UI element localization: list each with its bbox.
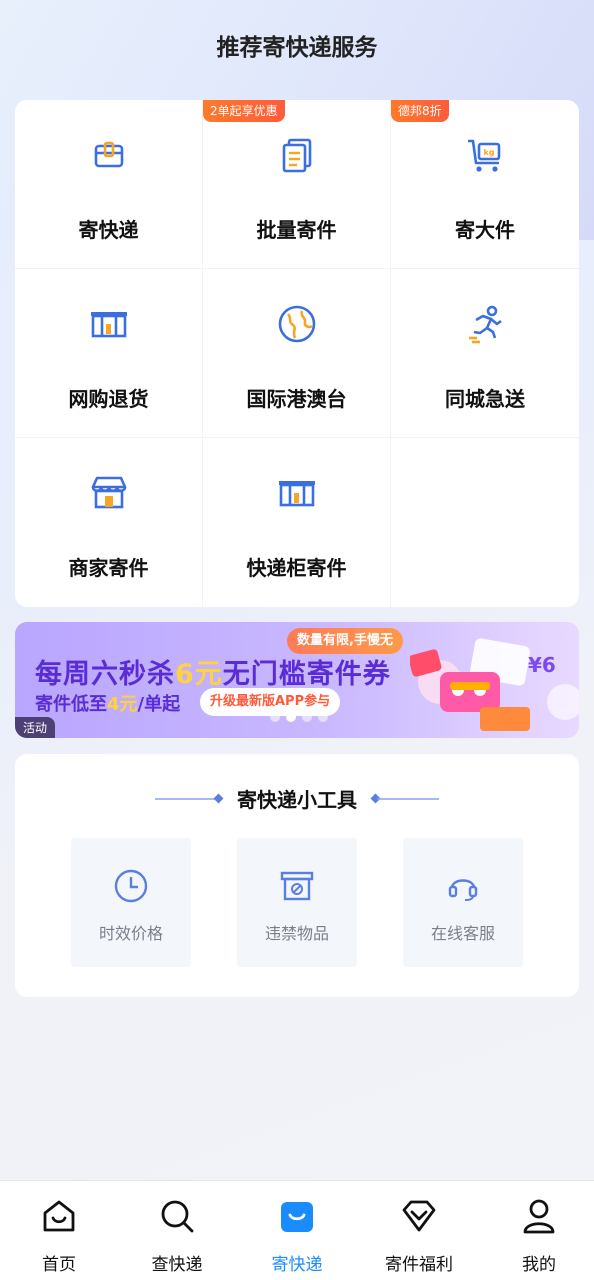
tool-timeliness-price[interactable]: 时效价格: [71, 838, 191, 967]
activity-tag: 活动: [15, 717, 56, 738]
tool-label: 违禁物品: [264, 924, 329, 943]
tab-send-express[interactable]: 寄快递: [238, 1181, 356, 1280]
tool-prohibited-items[interactable]: 违禁物品: [237, 838, 357, 967]
carousel-dot[interactable]: [318, 712, 328, 722]
service-merchant-send[interactable]: 商家寄件: [15, 438, 203, 607]
tab-send-benefits[interactable]: 寄件福利: [360, 1181, 478, 1280]
carousel-dot[interactable]: [302, 712, 312, 722]
carousel-dots: [270, 712, 328, 722]
home-icon: [43, 1200, 75, 1232]
page-title: 推荐寄快递服务: [216, 35, 378, 61]
banner-headline: 每周六秒杀6元无门槛寄件券: [35, 659, 391, 690]
promo-banner[interactable]: ¥6 数量有限,手慢无 每周六秒杀6元无门槛寄件券 寄件低至4元/单起 升级最新…: [15, 622, 579, 738]
tools-title: 寄快递小工具: [237, 788, 357, 812]
tools-title-row: 寄快递小工具: [15, 784, 579, 813]
service-label: 快递柜寄件: [246, 556, 347, 580]
promo-badge: 2单起享优惠: [203, 100, 285, 122]
tab-mine[interactable]: 我的: [480, 1181, 594, 1280]
coupon-amount: ¥6: [528, 653, 556, 677]
promo-badge: 德邦8折: [391, 100, 449, 122]
tool-label: 在线客服: [430, 924, 495, 943]
tab-label: 查快递: [151, 1255, 203, 1275]
runner-icon: [469, 305, 502, 344]
bottom-tab-bar: 首页 查快递 寄快递 寄件福利 我的: [0, 1180, 594, 1280]
tab-label: 我的: [522, 1255, 556, 1275]
locker-icon: [90, 312, 127, 338]
user-icon: [523, 1199, 555, 1234]
service-empty-cell: [391, 438, 579, 607]
service-locker-send[interactable]: 快递柜寄件: [203, 438, 391, 607]
service-batch-send[interactable]: 批量寄件: [203, 100, 391, 269]
tool-online-service[interactable]: 在线客服: [403, 838, 523, 967]
tab-track-express[interactable]: 查快递: [118, 1181, 236, 1280]
service-label: 寄快递: [78, 218, 139, 242]
tab-label: 首页: [42, 1255, 76, 1275]
tab-label: 寄快递: [271, 1255, 323, 1275]
services-card: 寄快递 批量寄件 2单起享优惠 kg 寄大件 德邦8折 网购退货 国际港澳台 同…: [15, 100, 579, 607]
service-large-item[interactable]: kg 寄大件: [391, 100, 579, 269]
tools-card: 寄快递小工具 时效价格 违禁物品 在线客服: [15, 754, 579, 997]
left-decoration: [155, 793, 224, 803]
service-label: 网购退货: [68, 387, 149, 411]
banner-subline: 寄件低至4元/单起: [35, 694, 181, 715]
service-label: 国际港澳台: [246, 387, 347, 411]
prohibited-box-icon: [280, 871, 314, 901]
svg-text:kg: kg: [483, 148, 494, 157]
service-same-city[interactable]: 同城急送: [391, 269, 579, 438]
tab-label: 寄件福利: [385, 1255, 453, 1275]
limited-quantity-pill: 数量有限,手慢无: [287, 628, 403, 654]
clock-icon: [114, 869, 148, 903]
cart-kg-icon: kg: [468, 139, 501, 172]
tab-home[interactable]: 首页: [0, 1181, 118, 1280]
documents-icon: [282, 138, 311, 173]
headset-icon: [448, 879, 478, 901]
carousel-dot[interactable]: [270, 712, 280, 722]
service-label: 商家寄件: [68, 556, 149, 580]
service-international[interactable]: 国际港澳台: [203, 269, 391, 438]
carousel-dot-active[interactable]: [286, 712, 296, 722]
gift-illustration: ¥6: [410, 638, 579, 731]
store-icon: [91, 476, 126, 509]
tool-label: 时效价格: [98, 924, 163, 943]
globe-icon: [278, 305, 315, 343]
service-send-express[interactable]: 寄快递: [15, 100, 203, 269]
diamond-icon: [402, 1200, 436, 1232]
box-icon: [94, 141, 123, 168]
right-decoration: [370, 793, 439, 803]
service-label: 批量寄件: [256, 218, 337, 242]
service-label: 同城急送: [445, 387, 525, 411]
send-package-icon: [281, 1202, 313, 1232]
search-icon: [161, 1200, 194, 1233]
locker-icon: [278, 481, 315, 507]
service-online-return[interactable]: 网购退货: [15, 269, 203, 438]
service-label: 寄大件: [455, 218, 515, 242]
